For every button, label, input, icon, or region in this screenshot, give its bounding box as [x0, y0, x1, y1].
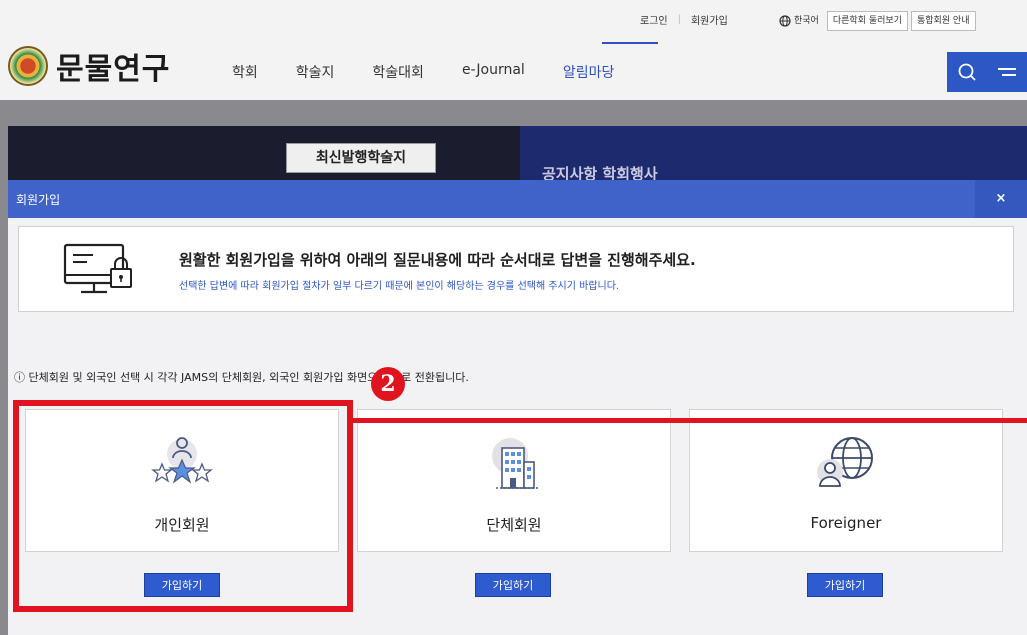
logo-emblem-icon	[8, 46, 48, 86]
site-header: 로그인 | 회원가입 한국어 다른학회 둘러보기 통합회원 안내 문물연구 학회…	[0, 0, 1027, 100]
notice-box: 원활한 회원가입을 위하여 아래의 질문내용에 따라 순서대로 답변을 진행해주…	[18, 226, 1014, 312]
card-label: 단체회원	[486, 516, 542, 534]
integrated-member-guide-button[interactable]: 통합회원 안내	[910, 11, 976, 31]
active-nav-indicator	[602, 42, 658, 44]
menu-button[interactable]	[987, 52, 1027, 92]
site-logo[interactable]: 문물연구	[8, 44, 170, 88]
nav-item-society[interactable]: 학회	[232, 62, 258, 82]
other-societies-button[interactable]: 다른학회 둘러보기	[826, 11, 908, 31]
notice-sub-text: 선택한 답변에 따라 회원가입 절차가 일부 다르기 때문에 본인이 해당하는 …	[179, 281, 620, 292]
card-organization-member[interactable]: 단체회원	[357, 409, 671, 552]
divider: |	[677, 14, 681, 25]
modal-title: 회원가입	[16, 193, 61, 207]
join-organization-button[interactable]: 가입하기	[475, 573, 551, 597]
card-label: Foreigner	[810, 514, 882, 532]
language-label: 한국어	[794, 16, 819, 26]
search-button[interactable]	[947, 52, 987, 92]
close-icon: ×	[995, 191, 1007, 206]
join-foreigner-button[interactable]: 가입하기	[807, 573, 883, 597]
top-links: 로그인 | 회원가입	[640, 12, 728, 27]
modal-title-bar: 회원가입 ×	[8, 180, 1027, 218]
login-link[interactable]: 로그인	[640, 12, 668, 27]
globe-icon	[779, 15, 791, 27]
logo-text: 문물연구	[56, 52, 171, 87]
card-foreigner[interactable]: Foreigner	[689, 409, 1003, 552]
main-nav: 학회 학술지 학술대회 e-Journal 알림마당	[232, 62, 652, 82]
search-icon	[958, 63, 976, 81]
latest-journal-tab[interactable]: 최신발행학술지	[286, 143, 436, 173]
annotation-highlight-box	[13, 400, 353, 612]
notice-main-text: 원활한 회원가입을 위하여 아래의 질문내용에 따라 순서대로 답변을 진행해주…	[179, 251, 696, 269]
nav-item-notice[interactable]: 알림마당	[563, 62, 615, 82]
nav-item-ejournal[interactable]: e-Journal	[462, 62, 525, 82]
nav-item-journal[interactable]: 학술지	[296, 62, 335, 82]
secure-computer-icon	[63, 243, 132, 294]
close-button[interactable]: ×	[975, 180, 1027, 218]
utility-bar: 한국어 다른학회 둘러보기 통합회원 안내	[774, 11, 976, 31]
nav-item-conference[interactable]: 학술대회	[372, 62, 424, 82]
globe-user-icon	[817, 437, 873, 487]
language-selector[interactable]: 한국어	[774, 11, 824, 31]
annotation-callout-line	[353, 418, 1027, 423]
signup-link[interactable]: 회원가입	[691, 12, 728, 27]
organization-building-icon	[492, 438, 538, 489]
menu-icon	[998, 68, 1016, 76]
annotation-step-badge: 2	[371, 367, 405, 401]
